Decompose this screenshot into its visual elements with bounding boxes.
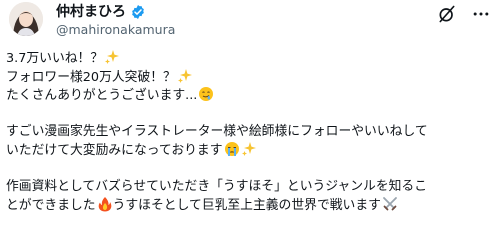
avatar-image — [9, 2, 43, 36]
post-text-line-7b: うすほそとして巨乳至上主義の世界で戦います — [112, 198, 381, 213]
sparkles-icon — [104, 49, 120, 65]
post-text-line-6: 作画資料としてバズらせていただき「うすほそ」というジャンルを知るこ — [6, 178, 428, 194]
post-text-line-7a: とができました — [6, 198, 96, 213]
top-actions — [437, 4, 491, 24]
post-line: 作画資料としてバズらせていただき「うすほそ」というジャンルを知るこ — [6, 178, 496, 197]
user-handle[interactable]: @mahironakamura — [56, 22, 175, 38]
post-text-line-5: いただけて大変励みになっております — [6, 143, 223, 158]
post-line: とができました うすほそとして巨乳至上主義の世界で戦います — [6, 196, 496, 215]
post-line: 3.7万いいね！？ — [6, 49, 496, 68]
post-text-line-1: 3.7万いいね！？ — [6, 51, 104, 66]
name-row: 仲村まひろ — [56, 3, 146, 21]
fire-icon — [97, 196, 113, 212]
sparkles-icon — [177, 68, 193, 84]
grok-icon[interactable] — [437, 4, 457, 24]
sparkles-icon — [241, 141, 257, 157]
post-line: いただけて大変励みになっております — [6, 141, 496, 160]
post-line: フォロワー様20万人突破！？ — [6, 68, 496, 87]
post-text-line-3: たくさんありがとうございます... — [6, 88, 198, 103]
post-header: 仲村まひろ @mahironakamura — [0, 0, 499, 52]
verified-badge-icon — [130, 4, 146, 20]
display-name[interactable]: 仲村まひろ — [56, 3, 126, 21]
avatar[interactable] — [9, 2, 43, 36]
post-text-line-2: フォロワー様20万人突破！？ — [6, 69, 176, 85]
loudly-crying-face-icon — [224, 141, 240, 157]
post-line: すごい漫画家先生やイラストレーター様や絵師様にフォローやいいねして — [6, 123, 496, 142]
drooling-face-icon — [198, 86, 214, 102]
post-line: たくさんありがとうございます... — [6, 86, 496, 105]
more-options-icon[interactable] — [471, 4, 491, 24]
post-text-line-4: すごい漫画家先生やイラストレーター様や絵師様にフォローやいいねして — [6, 123, 428, 139]
post-text: 3.7万いいね！？ フォロワー様20万人突破！？ たくさんありがとうございます.… — [6, 49, 496, 215]
crossed-swords-icon — [382, 196, 398, 212]
